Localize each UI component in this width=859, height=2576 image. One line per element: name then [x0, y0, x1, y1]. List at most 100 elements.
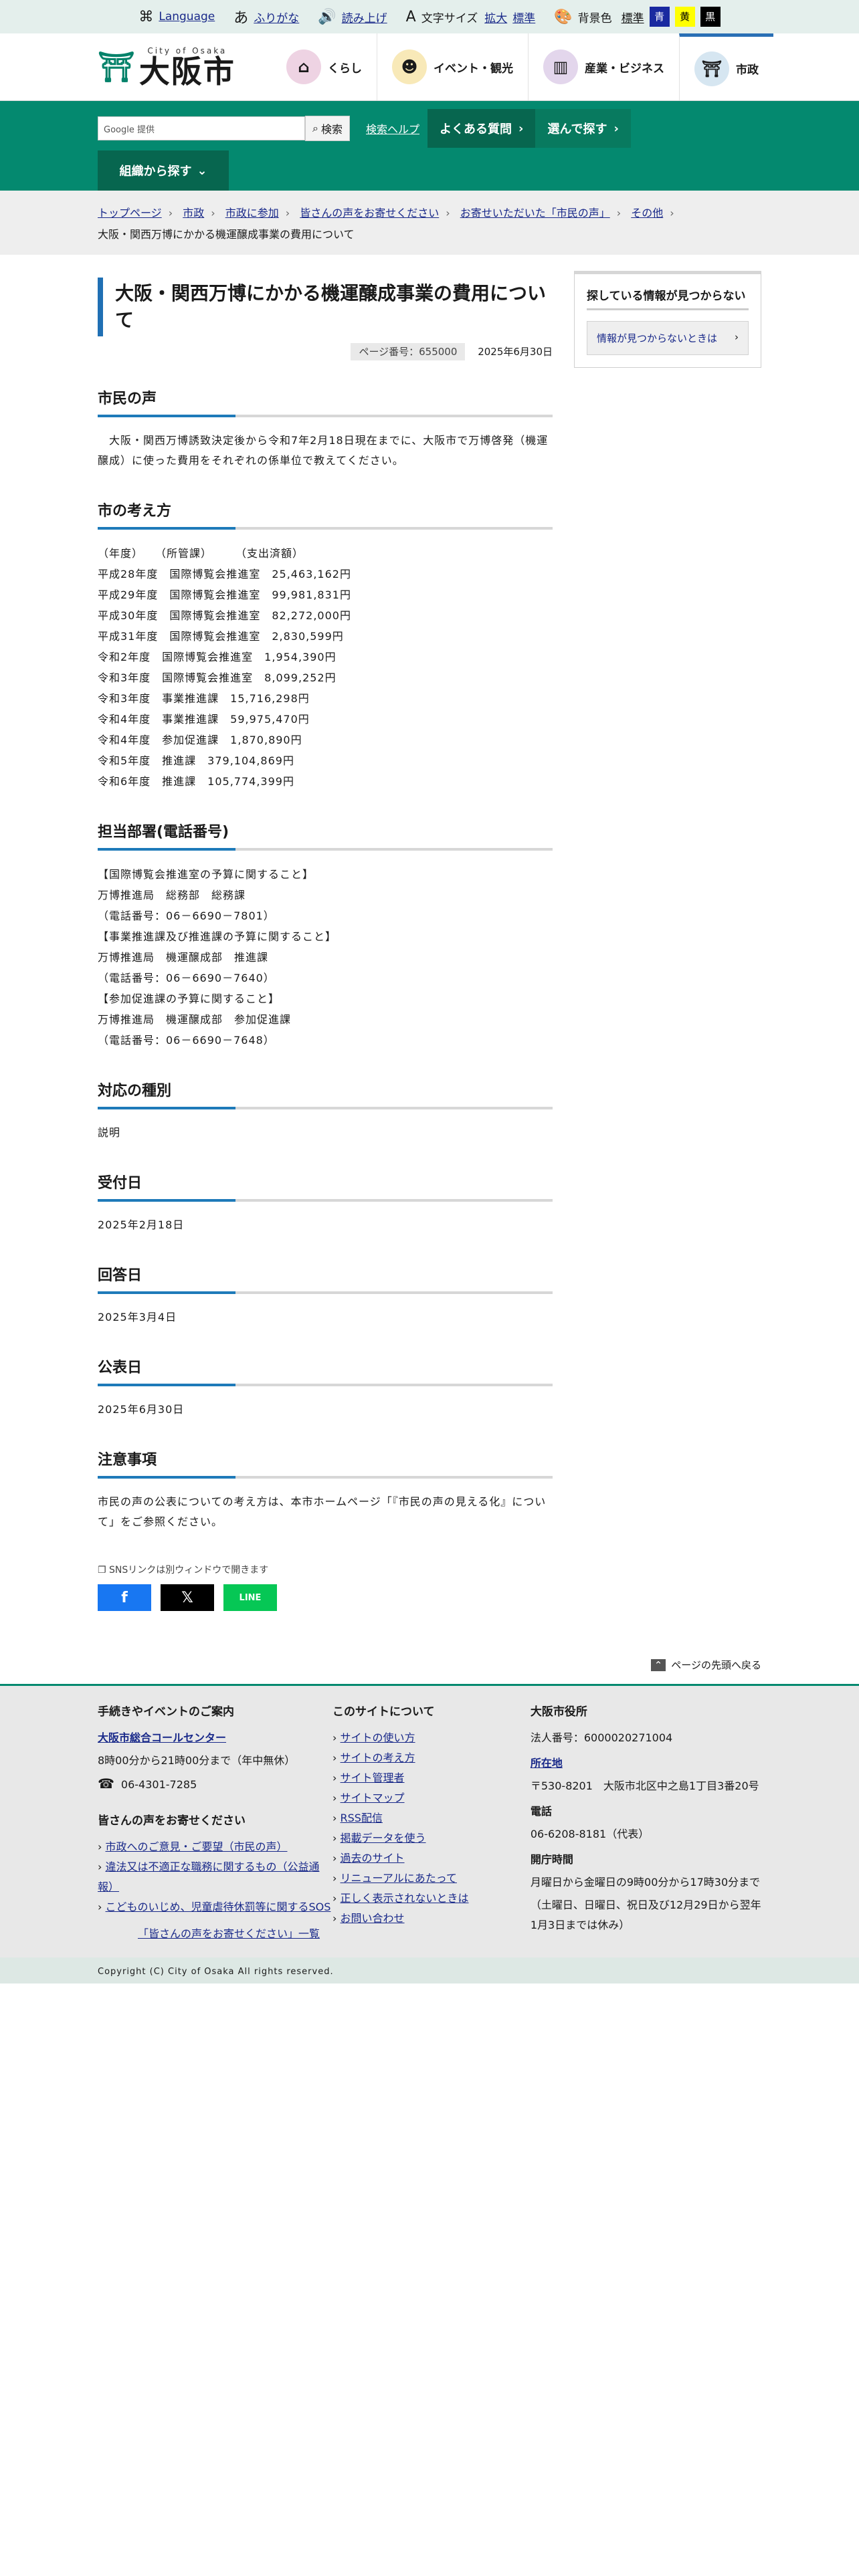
help-box: 探している情報が見つからない 情報が見つからないときは › [574, 271, 761, 368]
voice-list-link[interactable]: 「皆さんの声をお寄せください」一覧 [138, 1927, 320, 1940]
voice-link[interactable]: こどものいじめ、児童虐待休罰等に関するSOS [105, 1901, 330, 1913]
voice-link[interactable]: 違法又は不適正な職務に関するもの（公益通報） [98, 1860, 320, 1893]
dept-line: 万博推進局 機運醸成部 推進課 [98, 951, 269, 964]
dept-list: 【国際博覧会推進室の予算に関すること】 万博推進局 総務部 総務課 （電話番号：… [98, 864, 553, 1051]
breadcrumb-link[interactable]: その他 [631, 207, 663, 219]
view-line: （年度） （所管課） （支出済額） [98, 547, 304, 560]
site-link[interactable]: サイトの考え方 [341, 1751, 415, 1764]
line-icon: LINE [239, 1592, 262, 1603]
page-top-link[interactable]: ⌃ ページの先頭へ戻る [0, 1658, 761, 1672]
nav-label: イベント・観光 [434, 62, 513, 76]
breadcrumb-link[interactable]: トップページ [98, 207, 162, 219]
chevron-right-icon: › [98, 1901, 106, 1913]
chevron-right-icon: › [332, 1872, 341, 1885]
voice-text: 大阪・関西万博誘致決定後から令和7年2月18日現在までに、大阪市で万博啓発（機運… [98, 434, 549, 467]
address-link[interactable]: 所在地 [531, 1757, 563, 1769]
search-button[interactable]: ⌕ 検索 [305, 116, 350, 141]
view-line: 令和5年度 推進課 379,104,869円 [98, 754, 294, 767]
breadcrumb-separator: › [446, 207, 450, 219]
footer-heading: このサイトについて [332, 1705, 435, 1719]
breadcrumb: トップページ › 市政 › 市政に参加 › 皆さんの声をお寄せください › お寄せいただ… [0, 191, 859, 255]
site-link[interactable]: お問い合わせ [341, 1912, 405, 1925]
not-found-label[interactable]: 情報が見つからないときは [597, 332, 717, 344]
view-line: 令和6年度 推進課 105,774,399円 [98, 775, 294, 788]
bg-black-button[interactable]: 黒 [700, 7, 721, 27]
breadcrumb-separator: › [285, 207, 290, 219]
org-search-button[interactable]: 組織から探す ⌄ [98, 150, 229, 191]
nav-event[interactable]: ☻ イベント・観光 [377, 33, 528, 100]
choose-button[interactable]: 選んで探す › [535, 109, 631, 148]
chevron-right-icon: › [332, 1852, 341, 1864]
site-link[interactable]: 掲載データを使う [341, 1832, 426, 1844]
bg-standard-button[interactable]: 標準 [622, 9, 644, 25]
callcenter-link[interactable]: 大阪市総合コールセンター [98, 1731, 226, 1744]
not-found-link[interactable]: 情報が見つからないときは › [587, 321, 749, 355]
breadcrumb-link[interactable]: 市政 [183, 207, 204, 219]
site-link[interactable]: 正しく表示されないときは [341, 1892, 469, 1905]
breadcrumb-link[interactable]: 皆さんの声をお寄せください [300, 207, 439, 219]
person-icon: ☻ [392, 49, 427, 84]
site-footer: 手続きやイベントのご案内 大阪市総合コールセンター 8時00分から21時00分ま… [0, 1684, 859, 1957]
furigana-label[interactable]: ふりがな [254, 9, 299, 25]
site-logo[interactable]: ⛩ City of Osaka 大阪市 [98, 46, 272, 88]
chevron-right-icon: › [98, 1840, 106, 1853]
global-nav: ⌂ くらし ☻ イベント・観光 ▥ 産業・ビジネス ⛩ 市政 [272, 33, 773, 100]
chevron-right-icon: › [98, 1860, 106, 1873]
external-window-icon: ❐ [98, 1565, 110, 1576]
view-line: 令和4年度 事業推進課 59,975,470円 [98, 713, 310, 726]
site-link[interactable]: リニューアルにあたって [341, 1872, 457, 1885]
nav-kurashi[interactable]: ⌂ くらし [272, 33, 377, 100]
site-link[interactable]: 過去のサイト [341, 1852, 405, 1864]
corporate-number: 法人番号：6000020271004 [530, 1731, 673, 1744]
footer-heading: 手続きやイベントのご案内 [98, 1705, 234, 1719]
voice-link[interactable]: 市政へのご意見・ご要望（市民の声） [105, 1840, 287, 1853]
nav-label: 市政 [736, 64, 759, 77]
search-input[interactable]: Google 提供 [98, 116, 305, 140]
chevron-right-icon: › [332, 1812, 341, 1824]
bg-blue-button[interactable]: 青 [649, 7, 670, 27]
page-top-label: ページの先頭へ戻る [671, 1659, 761, 1671]
logo-japanese: 大阪市 [138, 53, 235, 90]
breadcrumb-separator: › [168, 207, 173, 219]
view-line: 令和4年度 参加促進課 1,870,890円 [98, 734, 302, 746]
font-enlarge-button[interactable]: 拡大 [484, 9, 507, 25]
notes-text: 市民の声の公表についての考え方は、本市ホームページ「『市民の声の見える化』につい… [98, 1495, 547, 1528]
sns-note-text: SNSリンクは別ウィンドウで開きます [109, 1565, 269, 1576]
chevron-right-icon: › [613, 121, 619, 136]
sidebar: 探している情報が見つからない 情報が見つからないときは › [574, 271, 761, 1611]
line-share-button[interactable]: LINE [223, 1584, 277, 1611]
font-standard-button[interactable]: 標準 [512, 9, 535, 25]
published-date: 2025年6月30日 [98, 1403, 185, 1416]
site-link[interactable]: サイトマップ [341, 1792, 405, 1804]
search-help-link[interactable]: 検索ヘルプ [366, 120, 419, 136]
nav-label: くらし [328, 62, 362, 76]
furigana-link[interactable]: あふりがな [233, 6, 299, 27]
read-aloud-label[interactable]: 読み上げ [342, 9, 387, 25]
language-label[interactable]: Language [159, 10, 215, 23]
view-line: 平成30年度 国際博覧会推進室 82,272,000円 [98, 609, 351, 622]
breadcrumb-link[interactable]: 市政に参加 [225, 207, 279, 219]
city-emblem-icon: ⛩ [694, 51, 729, 86]
section-heading-notes: 注意事項 [98, 1448, 553, 1479]
bg-yellow-button[interactable]: 黄 [674, 7, 695, 27]
sns-note: ❐ SNSリンクは別ウィンドウで開きます [98, 1563, 553, 1576]
nav-shisei[interactable]: ⛩ 市政 [679, 33, 773, 100]
site-link[interactable]: サイトの使い方 [341, 1731, 415, 1744]
nav-business[interactable]: ▥ 産業・ビジネス [528, 33, 679, 100]
site-link[interactable]: サイト管理者 [341, 1772, 405, 1784]
read-aloud-link[interactable]: 🔊 読み上げ [318, 9, 387, 25]
x-icon: 𝕏 [181, 1589, 193, 1606]
footer-heading: 皆さんの声をお寄せください [98, 1814, 246, 1828]
facebook-share-button[interactable]: f [98, 1584, 151, 1611]
site-link[interactable]: RSS配信 [341, 1812, 383, 1824]
dept-line: 【参加促進課の予算に関すること】 [98, 992, 280, 1005]
section-heading-received: 受付日 [98, 1171, 553, 1202]
breadcrumb-link[interactable]: お寄せいただいた「市民の声」 [460, 207, 610, 219]
language-link[interactable]: ⌘ Language [138, 9, 215, 25]
faq-button[interactable]: よくある質問 › [427, 109, 536, 148]
x-share-button[interactable]: 𝕏 [161, 1584, 214, 1611]
dept-line: 【事業推進課及び推進課の予算に関すること】 [98, 930, 337, 943]
breadcrumb-current: 大阪・関西万博にかかる機運醸成事業の費用について [98, 228, 355, 241]
footer-heading: 大阪市役所 [530, 1705, 587, 1719]
palette-icon: 🎨 [554, 8, 573, 25]
